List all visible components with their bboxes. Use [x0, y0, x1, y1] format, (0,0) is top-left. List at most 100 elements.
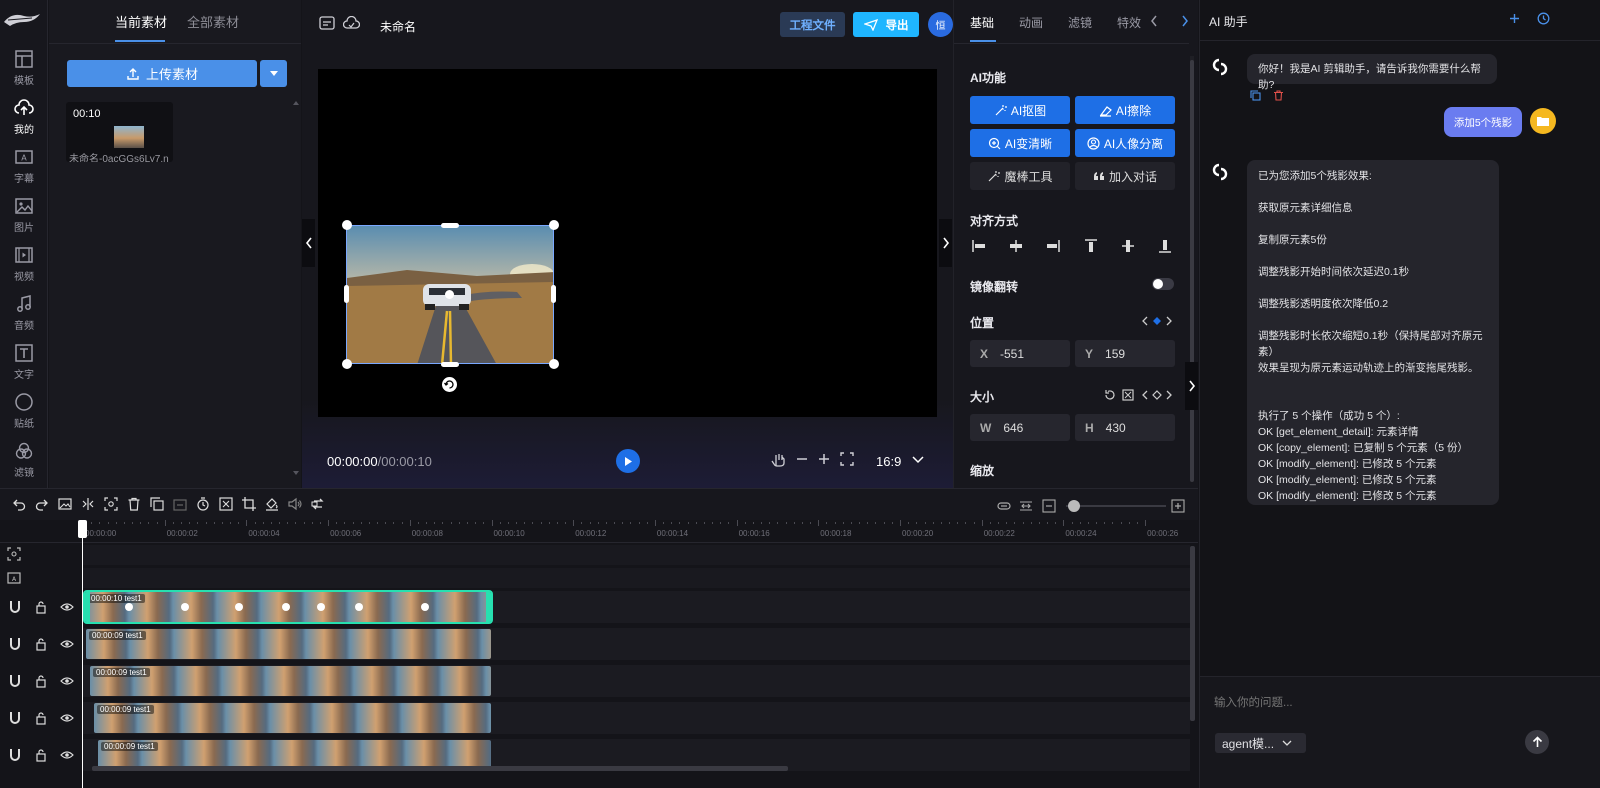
keyframe-marker[interactable] [355, 603, 363, 611]
magnet-icon[interactable] [8, 748, 22, 762]
ai-matting-button[interactable]: AI抠图 [970, 96, 1070, 124]
new-chat-icon[interactable] [1509, 13, 1520, 24]
timeline-v-scrollbar[interactable] [1190, 546, 1195, 721]
video-clip[interactable]: 00:00:10 test1 [83, 590, 493, 624]
nav-item-image[interactable]: 图片 [0, 191, 48, 239]
visibility-eye-icon[interactable] [60, 711, 74, 725]
expand-assistant-button[interactable] [1185, 362, 1198, 410]
resize-handle-tr[interactable] [549, 220, 559, 230]
position-x-field[interactable]: X -551 [970, 340, 1070, 367]
props-scrollbar-track[interactable] [1190, 56, 1194, 482]
hand-tool-icon[interactable] [771, 452, 787, 468]
timeline-h-scrollbar[interactable] [92, 766, 788, 771]
nav-item-template[interactable]: 模板 [0, 44, 48, 92]
video-track[interactable]: 00:00:09 test1 [83, 702, 1190, 734]
keyframe-marker[interactable] [181, 603, 189, 611]
avatar[interactable]: 恒 [928, 12, 953, 37]
resize-handle-right[interactable] [551, 285, 556, 303]
align-right-icon[interactable] [1046, 239, 1060, 253]
lock-icon[interactable] [34, 600, 48, 614]
align-top-icon[interactable] [1084, 239, 1098, 253]
lock-icon[interactable] [34, 637, 48, 651]
nav-item-mine[interactable]: 我的 [0, 93, 48, 141]
tabs-scroll-left-icon[interactable] [1150, 15, 1158, 27]
align-center-vertical-icon[interactable] [1121, 239, 1135, 253]
export-button[interactable]: 导出 [853, 12, 919, 37]
keyframe-marker[interactable] [421, 603, 429, 611]
visibility-eye-icon[interactable] [60, 637, 74, 651]
copy-message-icon[interactable] [1250, 90, 1261, 101]
duplicate-icon[interactable] [150, 497, 164, 511]
timer-icon[interactable] [196, 497, 210, 511]
keyframe-marker[interactable] [125, 603, 133, 611]
nav-item-text[interactable]: 文字 [0, 338, 48, 386]
props-scrollbar-thumb[interactable] [1190, 60, 1194, 482]
resize-handle-bl[interactable] [342, 359, 352, 369]
link-track-icon[interactable] [997, 499, 1011, 513]
delete-message-icon[interactable] [1273, 90, 1284, 101]
upload-asset-button[interactable]: 上传素材 [67, 60, 257, 87]
timeline-zoom-in-icon[interactable] [1171, 499, 1185, 513]
resize-handle-tl[interactable] [342, 220, 352, 230]
add-to-chat-button[interactable]: 加入对话 [1075, 162, 1175, 190]
playhead-handle[interactable] [78, 520, 87, 538]
collapse-left-button[interactable] [302, 219, 315, 267]
delete-icon[interactable] [127, 497, 141, 511]
lock-icon[interactable] [34, 748, 48, 762]
aspect-ratio-value[interactable]: 16:9 [876, 454, 901, 469]
replace-icon[interactable] [311, 497, 325, 511]
upload-dropdown-button[interactable] [260, 60, 287, 87]
visibility-eye-icon[interactable] [60, 748, 74, 762]
split-icon[interactable] [81, 497, 95, 511]
tab-all-assets[interactable]: 全部素材 [187, 12, 239, 31]
video-clip[interactable]: 00:00:09 test1 [90, 666, 491, 696]
ai-erase-button[interactable]: AI擦除 [1075, 96, 1175, 124]
preview-stage[interactable] [318, 69, 937, 417]
video-track[interactable]: 00:00:09 test1 [83, 665, 1190, 697]
project-title[interactable]: 未命名 [380, 18, 416, 35]
magnet-icon[interactable] [8, 674, 22, 688]
clip-trim-handle-left[interactable] [85, 592, 90, 622]
undo-icon[interactable] [12, 497, 26, 511]
magnet-icon[interactable] [8, 637, 22, 651]
asset-item[interactable]: 00:10 未命名-0acGGs6Ly7.n [66, 102, 173, 162]
tab-filter[interactable]: 滤镜 [1068, 14, 1092, 31]
resize-handle-br[interactable] [549, 359, 559, 369]
time-ruler[interactable]: 00:00:00 00:00:02 00:00:04 00:00:06 00:00:08… [83, 520, 1190, 542]
keyframe-marker[interactable] [317, 603, 325, 611]
clip-trim-handle-right[interactable] [486, 592, 491, 622]
playhead-line[interactable] [82, 520, 83, 788]
history-icon[interactable] [1537, 12, 1550, 25]
zoom-out-icon[interactable] [795, 452, 809, 466]
chat-input[interactable] [1214, 693, 1584, 713]
tab-current-assets[interactable]: 当前素材 [115, 12, 167, 31]
project-file-button[interactable]: 工程文件 [780, 12, 845, 37]
video-clip[interactable]: 00:00:09 test1 [94, 703, 491, 733]
image-tool-icon[interactable] [58, 497, 72, 511]
ai-enhance-button[interactable]: AI变清晰 [970, 129, 1070, 157]
video-track[interactable]: 00:00:10 test1 [83, 590, 1190, 624]
position-y-field[interactable]: Y 159 [1075, 340, 1175, 367]
freeze-icon[interactable] [173, 497, 187, 511]
volume-icon[interactable] [288, 497, 302, 511]
nav-item-subtitle[interactable]: A 字幕 [0, 142, 48, 190]
video-clip[interactable]: 00:00:09 test1 [86, 629, 491, 659]
mode-select[interactable]: agent模... [1215, 733, 1306, 753]
collapse-right-button[interactable] [939, 219, 952, 267]
tab-animation[interactable]: 动画 [1019, 14, 1043, 31]
magnet-icon[interactable] [8, 600, 22, 614]
resize-handle-top[interactable] [441, 223, 459, 228]
ai-portrait-separation-button[interactable]: AI人像分离 [1075, 129, 1175, 157]
zoom-slider-knob[interactable] [1068, 500, 1080, 512]
subtitle-toggle-icon[interactable] [319, 16, 335, 30]
tab-effects[interactable]: 特效 [1117, 14, 1141, 31]
size-keyframe-controls[interactable] [1142, 389, 1172, 401]
video-track[interactable]: 00:00:09 test1 [83, 628, 1190, 660]
lock-icon[interactable] [34, 711, 48, 725]
scan-icon[interactable] [104, 497, 118, 511]
timeline-zoom-slider[interactable] [1066, 500, 1166, 512]
size-reset-icon[interactable] [1104, 389, 1116, 401]
nav-item-filter[interactable]: 滤镜 [0, 436, 48, 484]
position-keyframe-controls[interactable] [1142, 315, 1172, 327]
send-button[interactable] [1525, 730, 1549, 754]
